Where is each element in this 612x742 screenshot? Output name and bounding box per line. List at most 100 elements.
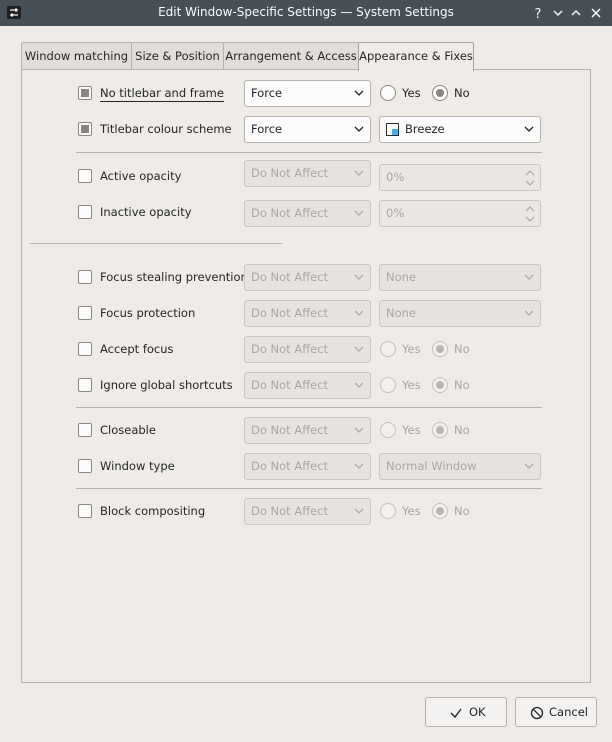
tab-arrangement-access[interactable]: Arrangement & Access [223,42,359,69]
window-type-checkbox[interactable] [78,459,92,473]
tab-window-matching[interactable]: Window matching [21,42,132,69]
tab-size-position[interactable]: Size & Position [131,42,224,69]
inactive-opacity-policy-combo[interactable]: Do Not Affect [244,200,371,227]
closeable-policy-combo[interactable]: Do Not Affect [244,417,371,444]
spin-arrows-icon [525,169,535,187]
spin-arrows-icon [525,205,535,223]
window-titlebar[interactable]: Edit Window-Specific Settings — System S… [0,0,612,26]
separator [30,243,282,244]
focus-protection-value-combo[interactable]: None [379,300,541,327]
active-opacity-checkbox[interactable] [78,169,92,183]
window-title: Edit Window-Specific Settings — System S… [158,5,454,19]
cancel-label: Cancel [549,705,588,719]
tab-appearance-fixes[interactable]: Appearance & Fixes [358,42,474,71]
focus-protection-policy-combo[interactable]: Do Not Affect [244,300,371,327]
active-opacity-policy-combo[interactable]: Do Not Affect [244,160,371,187]
focus-stealing-label: Focus stealing prevention [100,270,248,284]
chevron-down-icon [354,507,364,515]
focus-protection-checkbox[interactable] [78,306,92,320]
radio-label: Yes [402,504,421,518]
chevron-down-icon [354,125,364,133]
focus-stealing-checkbox[interactable] [78,270,92,284]
no-titlebar-policy-combo[interactable]: Force [244,80,371,107]
ignore-shortcuts-label: Ignore global shortcuts [100,378,233,392]
ignore-shortcuts-policy-combo[interactable]: Do Not Affect [244,372,371,399]
titlebar-scheme-policy-combo[interactable]: Force [244,116,371,143]
block-compositing-no-radio[interactable] [432,503,448,519]
focus-stealing-policy-combo[interactable]: Do Not Affect [244,264,371,291]
block-compositing-label: Block compositing [100,504,206,518]
focus-stealing-value-combo[interactable]: None [379,264,541,291]
closeable-label: Closeable [100,423,156,437]
inactive-opacity-label: Inactive opacity [100,205,192,219]
combo-value: Do Not Affect [251,342,329,356]
combo-value: Do Not Affect [251,206,329,220]
combo-value: Do Not Affect [251,459,329,473]
separator [76,488,542,489]
separator [76,407,542,408]
chevron-down-icon [524,125,534,133]
radio-label: No [454,504,470,518]
colour-scheme-combo[interactable]: Breeze [379,116,541,143]
no-titlebar-yes-radio[interactable] [380,85,396,101]
window-type-value-combo[interactable]: Normal Window [379,453,541,480]
chevron-down-icon [354,273,364,281]
titlebar-scheme-label: Titlebar colour scheme [100,122,232,136]
combo-value: Do Not Affect [251,270,329,284]
spinbox-value: 0% [386,170,405,184]
chevron-up-icon [567,4,585,22]
row-ignore-shortcuts: Ignore global shortcuts Do Not Affect Ye… [0,372,612,400]
minimize-button[interactable] [549,4,567,22]
titlebar-scheme-checkbox[interactable] [78,122,92,136]
row-active-opacity: Active opacity Do Not Affect 0% [0,160,612,191]
ok-button[interactable]: OK [425,697,507,727]
close-button[interactable] [587,4,605,22]
block-compositing-yes-radio[interactable] [380,503,396,519]
chevron-down-icon [354,381,364,389]
combo-value: None [386,306,417,320]
combo-value: Do Not Affect [251,423,329,437]
accept-focus-checkbox[interactable] [78,342,92,356]
cancel-icon [530,706,544,720]
block-compositing-policy-combo[interactable]: Do Not Affect [244,498,371,525]
no-titlebar-label: No titlebar and frame [100,86,224,102]
combo-value: Force [251,122,283,136]
no-titlebar-checkbox[interactable] [78,86,92,100]
accept-focus-yes-radio[interactable] [380,341,396,357]
radio-label: No [454,378,470,392]
combo-value: None [386,270,417,284]
chevron-down-icon [354,426,364,434]
combo-value: Do Not Affect [251,378,329,392]
row-accept-focus: Accept focus Do Not Affect Yes No [0,336,612,364]
row-focus-protection: Focus protection Do Not Affect None [0,300,612,328]
active-opacity-label: Active opacity [100,169,182,183]
closeable-checkbox[interactable] [78,423,92,437]
accept-focus-policy-combo[interactable]: Do Not Affect [244,336,371,363]
radio-label: No [454,423,470,437]
row-closeable: Closeable Do Not Affect Yes No [0,417,612,445]
no-titlebar-no-radio[interactable] [432,85,448,101]
accept-focus-no-radio[interactable] [432,341,448,357]
help-button[interactable]: ? [529,4,547,22]
inactive-opacity-spinbox[interactable]: 0% [379,200,541,227]
focus-protection-label: Focus protection [100,306,196,320]
maximize-button[interactable] [567,4,585,22]
separator [76,152,542,153]
combo-value: Do Not Affect [251,166,329,180]
active-opacity-spinbox[interactable]: 0% [379,164,541,191]
chevron-down-icon [524,462,534,470]
window-type-policy-combo[interactable]: Do Not Affect [244,453,371,480]
window-type-label: Window type [100,459,175,473]
close-icon [587,4,605,22]
closeable-yes-radio[interactable] [380,422,396,438]
cancel-button[interactable]: Cancel [515,697,597,727]
inactive-opacity-checkbox[interactable] [78,205,92,219]
chevron-down-icon [524,309,534,317]
ignore-shortcuts-no-radio[interactable] [432,377,448,393]
ignore-shortcuts-yes-radio[interactable] [380,377,396,393]
ignore-shortcuts-checkbox[interactable] [78,378,92,392]
ok-label: OK [469,705,486,719]
row-inactive-opacity: Inactive opacity Do Not Affect 0% [0,199,612,227]
closeable-no-radio[interactable] [432,422,448,438]
block-compositing-checkbox[interactable] [78,504,92,518]
